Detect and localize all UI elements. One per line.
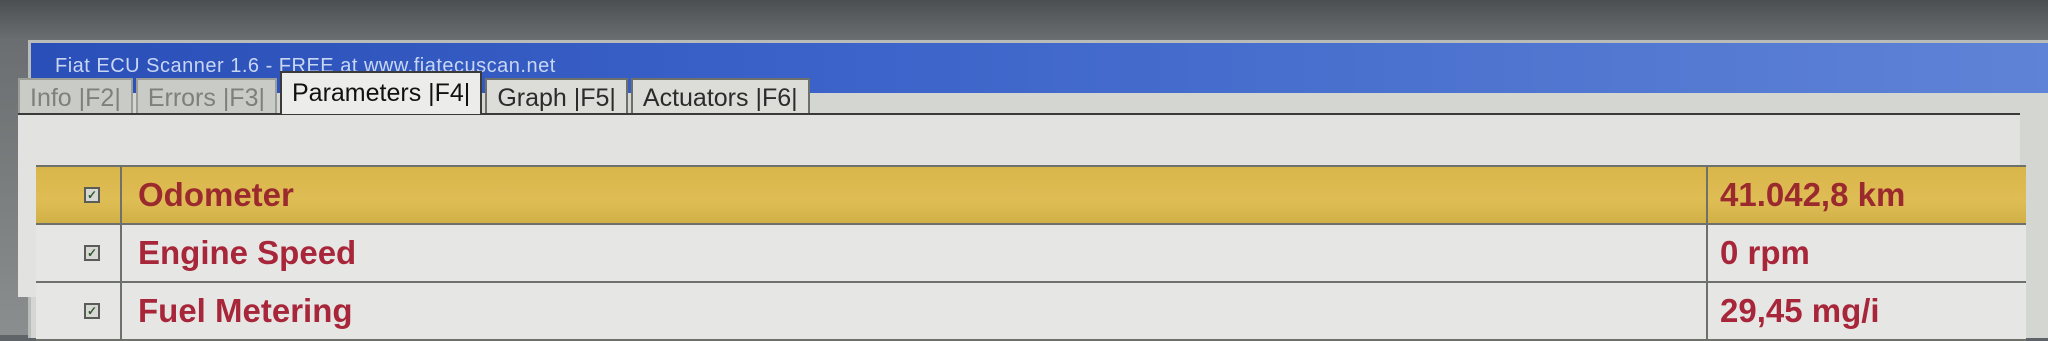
parameters-table: ✓ Odometer 41.042,8 km ✓ Engine Speed 0 … xyxy=(36,165,2026,341)
parameter-value: 29,45 mg/i xyxy=(1720,292,1880,329)
table-row-fuel-metering[interactable]: ✓ Fuel Metering 29,45 mg/i xyxy=(36,283,2026,341)
tab-parameters[interactable]: Parameters |F4| xyxy=(279,71,483,114)
parameter-name: Odometer xyxy=(122,167,1708,223)
tab-actuators[interactable]: Actuators |F6| xyxy=(630,78,810,114)
table-row-engine-speed[interactable]: ✓ Engine Speed 0 rpm xyxy=(36,225,2026,283)
parameter-value: 0 rpm xyxy=(1720,234,1810,271)
parameter-value: 41.042,8 km xyxy=(1720,176,1906,213)
parameter-name: Engine Speed xyxy=(122,225,1708,281)
checked-checkbox-icon[interactable]: ✓ xyxy=(84,303,100,319)
tab-errors[interactable]: Errors |F3| xyxy=(135,78,277,114)
checkbox-cell: ✓ xyxy=(36,225,122,281)
checked-checkbox-icon[interactable]: ✓ xyxy=(84,187,100,203)
tab-graph[interactable]: Graph |F5| xyxy=(485,78,628,114)
checkbox-cell: ✓ xyxy=(36,167,122,223)
table-row-odometer[interactable]: ✓ Odometer 41.042,8 km xyxy=(36,167,2026,225)
checkbox-cell: ✓ xyxy=(36,283,122,339)
parameter-name: Fuel Metering xyxy=(122,283,1708,339)
checked-checkbox-icon[interactable]: ✓ xyxy=(84,245,100,261)
tab-info[interactable]: Info |F2| xyxy=(18,78,133,114)
tab-strip: Info |F2| Errors |F3| Parameters |F4| Gr… xyxy=(18,70,813,114)
